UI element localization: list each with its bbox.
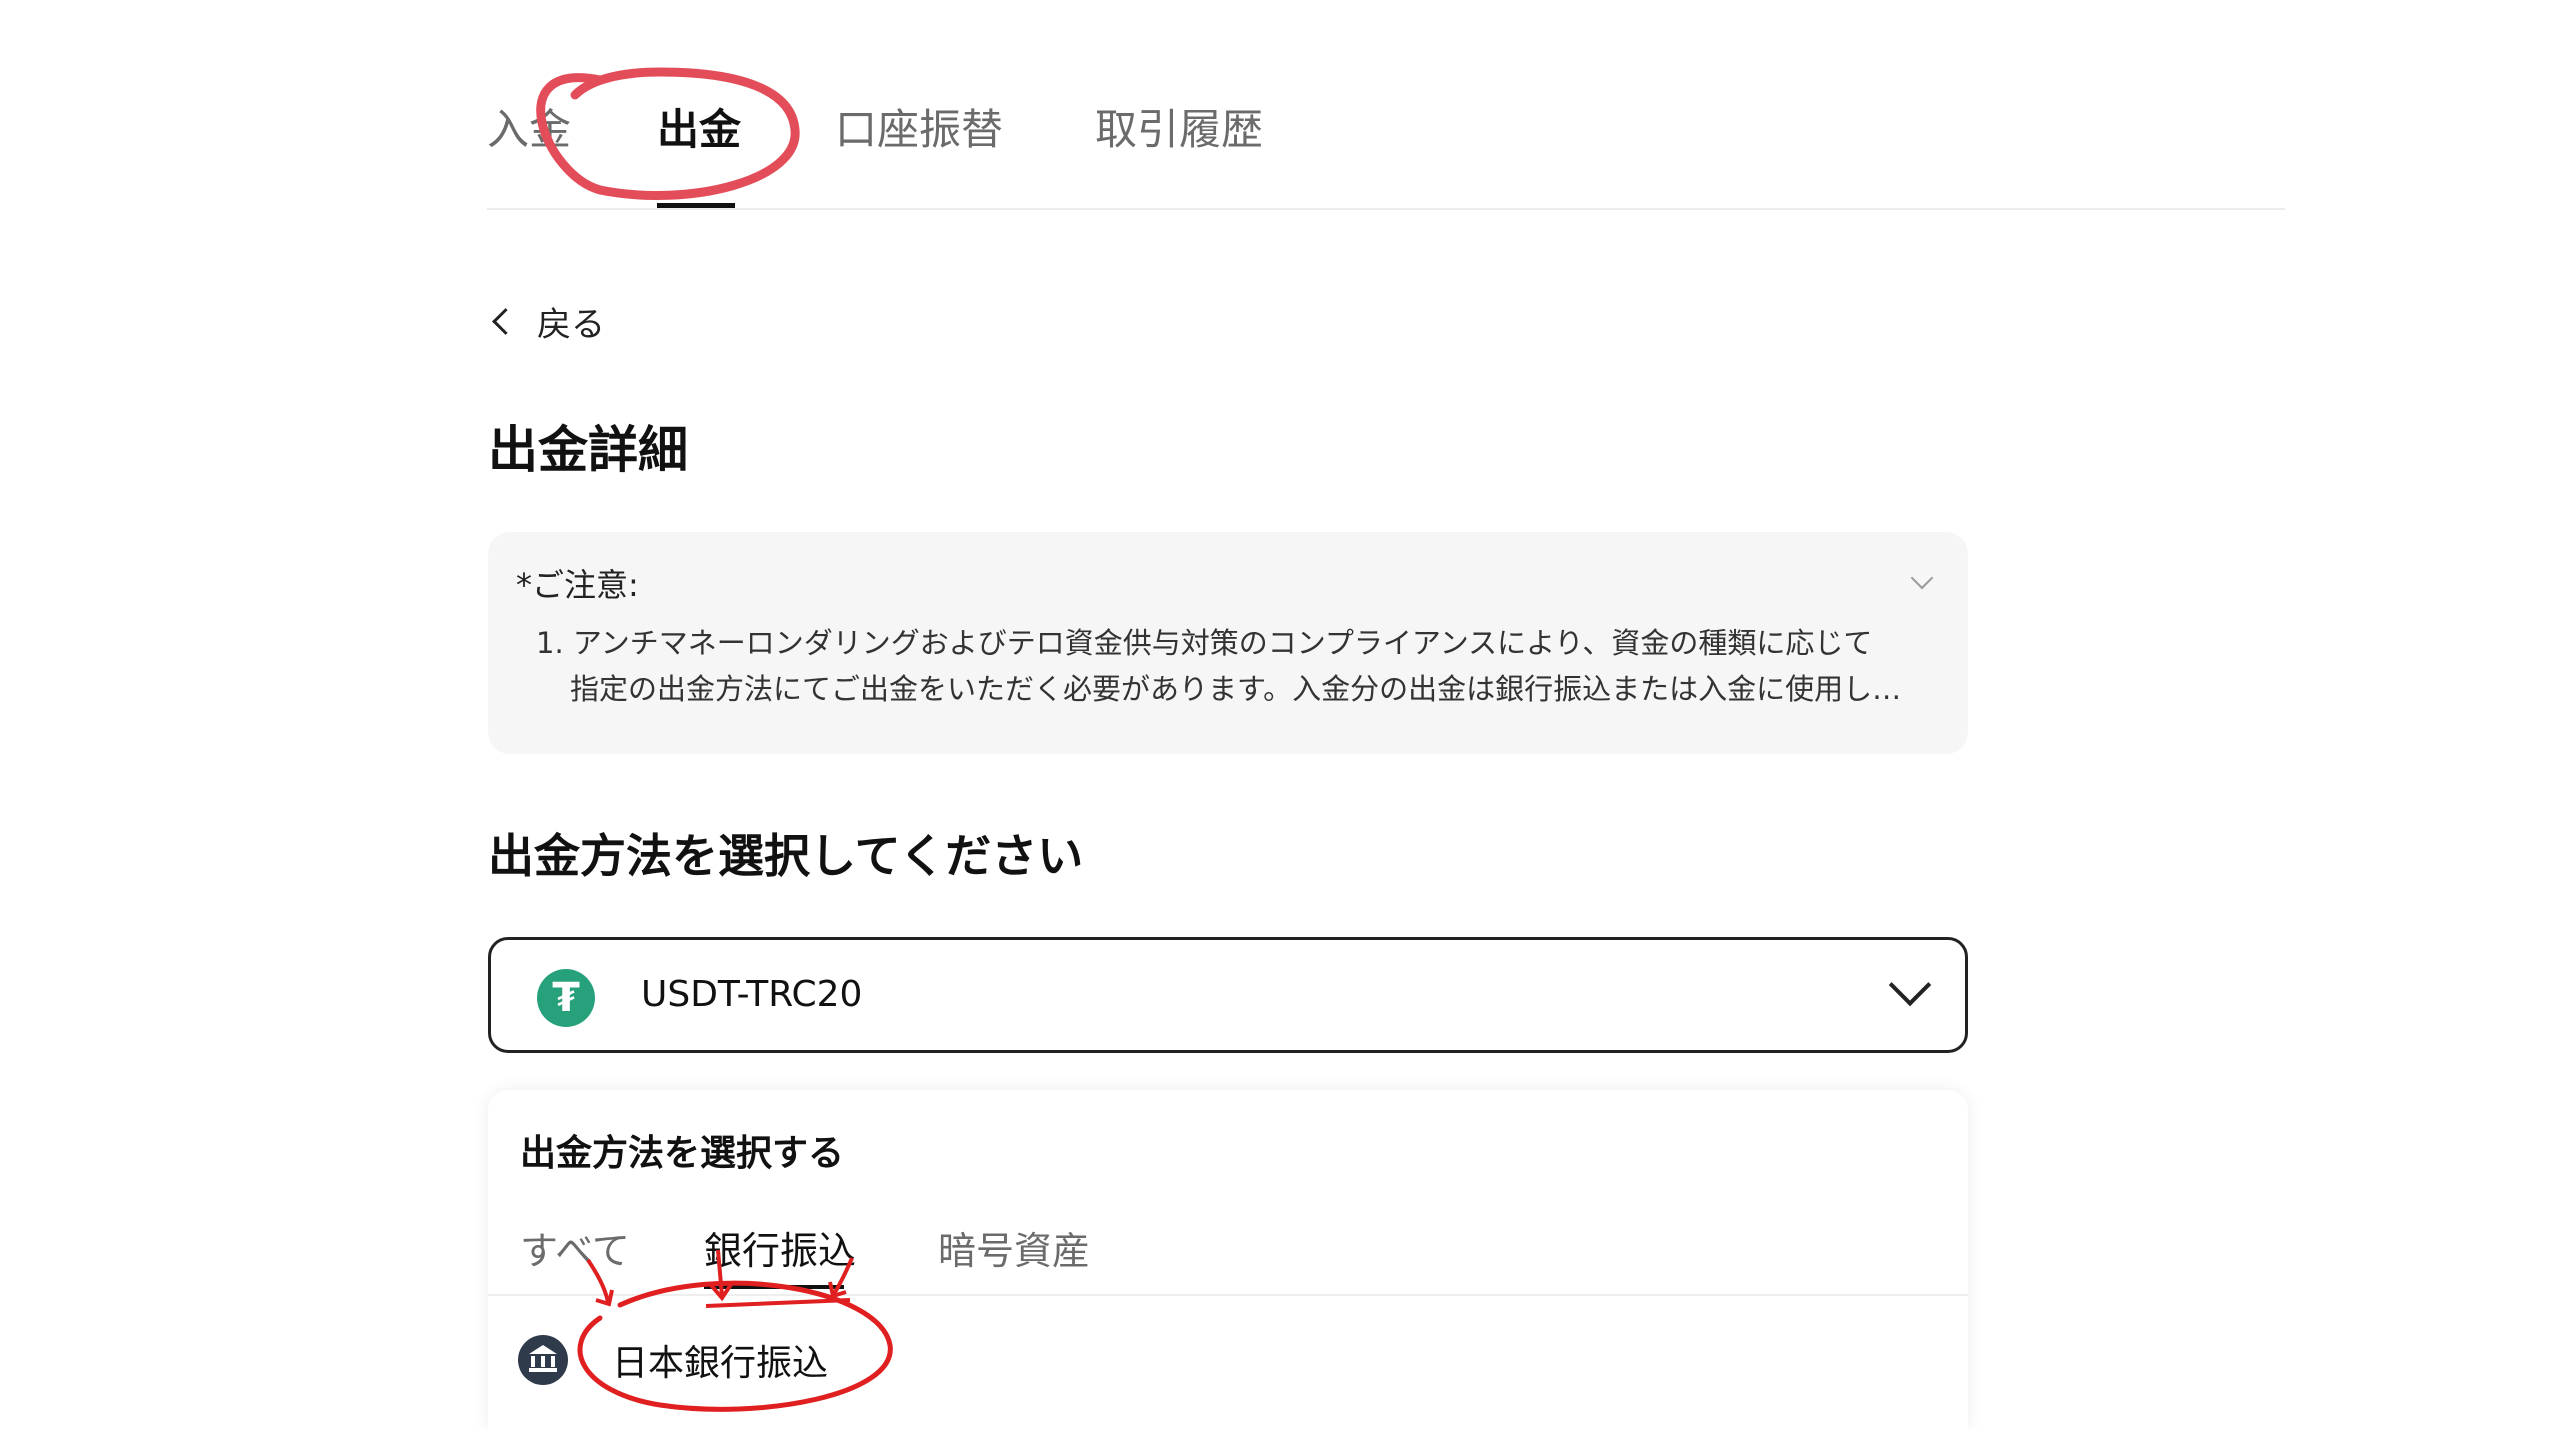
method-tab-all[interactable]: すべて [520, 1220, 630, 1275]
currency-select[interactable]: ₮ USDT-TRC20 [488, 937, 1968, 1053]
notice-title: *ご注意: [516, 566, 639, 604]
page-title: 出金詳細 [488, 421, 688, 479]
back-label: 戻る [537, 305, 605, 345]
currency-select-value: USDT-TRC20 [641, 974, 863, 1015]
tab-transfer[interactable]: 口座振替 [835, 96, 1003, 157]
notice-line-1: 1. アンチマネーロンダリングおよびテロ資金供与対策のコンプライアンスにより、資… [536, 626, 1873, 660]
list-item-japan-bank-transfer[interactable]: 日本銀行振込 [518, 1330, 1118, 1390]
method-panel-title: 出金方法を選択する [520, 1133, 845, 1174]
bank-icon [518, 1335, 568, 1385]
section-title: 出金方法を選択してください [488, 829, 1084, 883]
chevron-down-icon [1888, 963, 1932, 1007]
tab-history[interactable]: 取引履歴 [1095, 96, 1263, 157]
method-tab-bank[interactable]: 銀行振込 [704, 1220, 856, 1275]
tab-divider [487, 208, 2285, 210]
top-tab-bar: 入金 出金 口座振替 取引履歴 [487, 96, 2285, 208]
method-tab-indicator [704, 1285, 844, 1289]
bank-transfer-label: 日本銀行振込 [612, 1343, 829, 1384]
chevron-left-icon [492, 308, 519, 335]
notice-body: 1. アンチマネーロンダリングおよびテロ資金供与対策のコンプライアンスにより、資… [536, 620, 1926, 712]
back-button[interactable]: 戻る [490, 297, 605, 346]
tab-withdraw[interactable]: 出金 [657, 96, 741, 157]
method-panel: 出金方法を選択する すべて 銀行振込 暗号資産 日本銀行振込 [488, 1090, 1968, 1429]
method-tab-crypto[interactable]: 暗号資産 [938, 1220, 1090, 1275]
chevron-down-icon[interactable] [1910, 566, 1934, 590]
notice-line-2: 指定の出金方法にてご出金をいただく必要があります。入金分の出金は銀行振込または入… [570, 672, 1902, 706]
notice-box: *ご注意: 1. アンチマネーロンダリングおよびテロ資金供与対策のコンプライアン… [488, 532, 1968, 754]
method-divider [488, 1294, 1968, 1296]
tether-icon: ₮ [537, 969, 595, 1027]
tab-deposit[interactable]: 入金 [487, 96, 571, 157]
